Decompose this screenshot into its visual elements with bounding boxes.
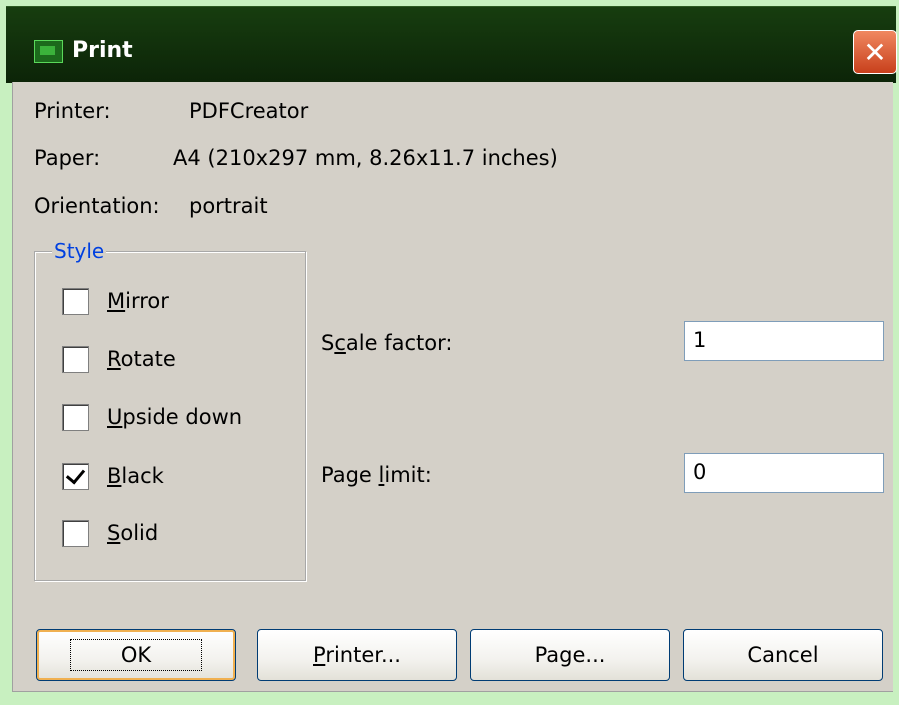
printer-button[interactable]: Printer... <box>257 629 457 681</box>
scale-factor-label: Scale factor: <box>321 331 453 355</box>
printer-label: Printer: <box>34 99 111 123</box>
dialog-body: Printer: PDFCreator Paper: A4 (210x297 m… <box>12 82 893 692</box>
upside-down-option[interactable]: Upside down <box>62 401 242 433</box>
rotate-option[interactable]: Rotate <box>62 343 176 375</box>
paper-value: A4 (210x297 mm, 8.26x11.7 inches) <box>173 146 558 170</box>
close-button[interactable]: ✕ <box>853 30 897 74</box>
style-group-title: Style <box>52 239 107 263</box>
print-dialog: Print ✕ Printer: PDFCreator Paper: A4 (2… <box>0 0 897 703</box>
black-label: Black <box>107 464 164 488</box>
close-icon: ✕ <box>863 35 887 69</box>
orientation-value: portrait <box>189 194 268 218</box>
mirror-option[interactable]: Mirror <box>62 285 169 317</box>
black-checkbox[interactable] <box>62 462 89 490</box>
rotate-label: Rotate <box>107 347 176 371</box>
ok-button[interactable]: OK <box>36 629 236 681</box>
upside-down-checkbox[interactable] <box>62 403 89 431</box>
printer-value: PDFCreator <box>189 99 309 123</box>
paper-label: Paper: <box>34 146 101 170</box>
solid-checkbox[interactable] <box>62 519 89 547</box>
page-limit-input[interactable]: 0 <box>684 453 884 493</box>
page-limit-label: Page limit: <box>321 463 432 487</box>
checkmark-icon <box>65 463 86 485</box>
mirror-checkbox[interactable] <box>62 287 89 315</box>
mirror-label: Mirror <box>107 289 169 313</box>
scale-factor-input[interactable]: 1 <box>684 321 884 361</box>
ok-button-label: OK <box>69 639 203 671</box>
window-title: Print <box>72 38 133 63</box>
print-app-icon <box>34 40 63 63</box>
page-button[interactable]: Page... <box>470 629 670 681</box>
rotate-checkbox[interactable] <box>62 345 89 373</box>
cancel-button[interactable]: Cancel <box>683 629 883 681</box>
solid-option[interactable]: Solid <box>62 517 158 549</box>
orientation-label: Orientation: <box>34 194 160 218</box>
black-option[interactable]: Black <box>62 460 164 492</box>
printer-button-label: Printer... <box>313 643 401 667</box>
upside-down-label: Upside down <box>107 405 243 429</box>
title-bar[interactable]: Print ✕ <box>6 6 897 83</box>
solid-label: Solid <box>107 521 159 545</box>
